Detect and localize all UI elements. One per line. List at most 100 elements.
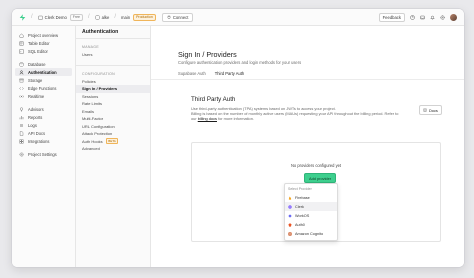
submenu-item-emails[interactable]: Emails bbox=[76, 108, 150, 116]
breadcrumb-separator: / bbox=[31, 14, 33, 20]
branch-switcher[interactable]: main Production bbox=[121, 13, 156, 21]
submenu-item-rate-limits[interactable]: Rate Limits bbox=[76, 100, 150, 108]
users-icon bbox=[19, 70, 24, 74]
nav-item-database[interactable]: Database bbox=[12, 60, 75, 68]
provider-option-label: Amazon Cognito bbox=[295, 231, 324, 236]
branch-name: main bbox=[121, 14, 131, 20]
submenu-item-url-configuration[interactable]: URL Configuration bbox=[76, 123, 150, 131]
provider-option-firebase[interactable]: Firebase bbox=[285, 193, 337, 202]
nav-label: Integrations bbox=[28, 138, 50, 144]
settings-icon[interactable] bbox=[440, 14, 445, 20]
nav-label: Logs bbox=[28, 122, 37, 128]
help-icon[interactable] bbox=[410, 14, 415, 20]
main-content: Sign In / Providers Configure authentica… bbox=[151, 26, 464, 267]
nav-item-logs[interactable]: Logs bbox=[12, 121, 75, 129]
nav-item-sql-editor[interactable]: SQL Editor bbox=[12, 47, 75, 55]
puzzle-icon bbox=[19, 139, 24, 143]
nav-label: Authentication bbox=[28, 69, 57, 75]
inbox-icon[interactable] bbox=[420, 15, 425, 20]
code-icon bbox=[19, 86, 24, 90]
provider-option-workos[interactable]: WorkOS bbox=[285, 211, 337, 220]
nav-label: Reports bbox=[28, 114, 43, 120]
org-name: Clerk Demo bbox=[44, 14, 67, 20]
database-icon bbox=[19, 61, 24, 67]
submenu-item-users[interactable]: Users bbox=[76, 51, 150, 59]
section-description: Use third-party authentication (TPA) sys… bbox=[191, 106, 431, 121]
nav-item-table-editor[interactable]: Table Editor bbox=[12, 39, 75, 47]
description-text: for more information. bbox=[218, 116, 254, 122]
nav-item-integrations[interactable]: Integrations bbox=[12, 137, 75, 145]
submenu-divider bbox=[76, 64, 150, 66]
provider-option-label: Clerk bbox=[295, 204, 304, 209]
left-nav: Project overview Table Editor SQL Editor… bbox=[12, 26, 76, 267]
list-icon bbox=[20, 123, 23, 127]
nav-label: Realtime bbox=[28, 93, 45, 99]
auth0-icon bbox=[288, 222, 292, 227]
billing-docs-link[interactable]: billing docs bbox=[198, 116, 217, 121]
nav-label: SQL Editor bbox=[28, 48, 48, 54]
nav-label: Database bbox=[28, 61, 46, 67]
nav-item-api-docs[interactable]: API Docs bbox=[12, 129, 75, 137]
project-name: alke bbox=[101, 14, 110, 20]
submenu-item-advanced[interactable]: Advanced bbox=[76, 145, 150, 153]
nav-item-project-overview[interactable]: Project overview bbox=[12, 31, 75, 39]
home-icon bbox=[19, 32, 24, 37]
provider-option-label: Firebase bbox=[295, 195, 310, 200]
submenu-title: Authentication bbox=[76, 26, 150, 39]
project-switcher[interactable]: alke bbox=[95, 14, 110, 20]
nav-item-storage[interactable]: Storage bbox=[12, 76, 75, 84]
connect-label: Connect bbox=[172, 14, 189, 20]
description-line: our billing docs for more information. bbox=[191, 116, 431, 121]
nav-item-advisors[interactable]: Advisors bbox=[12, 105, 75, 113]
book-icon bbox=[423, 108, 427, 112]
archive-icon bbox=[19, 78, 24, 82]
bell-icon[interactable] bbox=[430, 15, 435, 20]
submenu-section-manage: MANAGE bbox=[82, 45, 99, 49]
nav-label: Project overview bbox=[28, 32, 59, 38]
page-title: Sign In / Providers bbox=[178, 50, 237, 59]
app-window: / Clerk Demo Free / alke / main Producti… bbox=[12, 9, 464, 267]
submenu-item-label: Auth Hooks bbox=[82, 138, 103, 144]
workos-icon bbox=[288, 213, 292, 218]
nav-item-authentication[interactable]: Authentication bbox=[15, 68, 72, 76]
provider-option-label: Auth0 bbox=[295, 222, 305, 227]
nav-item-project-settings[interactable]: Project Settings bbox=[12, 150, 75, 158]
supabase-logo-icon[interactable] bbox=[19, 13, 26, 21]
section-title: Third Party Auth bbox=[191, 96, 236, 103]
nav-item-edge-functions[interactable]: Edge Functions bbox=[12, 84, 75, 92]
plug-icon bbox=[167, 15, 171, 19]
submenu-item-auth-hooks[interactable]: Auth Hooks BETA bbox=[76, 138, 150, 146]
chart-icon bbox=[19, 115, 24, 119]
submenu-item-attack-protection[interactable]: Attack Protection bbox=[76, 130, 150, 138]
realtime-icon bbox=[19, 94, 24, 98]
org-plan-badge: Free bbox=[69, 13, 83, 21]
submenu-item-sessions[interactable]: Sessions bbox=[76, 93, 150, 101]
nav-item-reports[interactable]: Reports bbox=[12, 113, 75, 121]
table-icon bbox=[19, 41, 24, 45]
nav-label: Edge Functions bbox=[28, 85, 57, 91]
provider-option-clerk[interactable]: Clerk bbox=[285, 202, 337, 211]
breadcrumb-separator: / bbox=[114, 14, 117, 20]
breadcrumb-separator: / bbox=[87, 14, 90, 20]
submenu-item-policies[interactable]: Policies bbox=[76, 78, 150, 86]
submenu-item-sign-in-providers[interactable]: Sign In / Providers bbox=[76, 85, 150, 93]
provider-option-amazon-cognito[interactable]: Amazon Cognito bbox=[285, 229, 337, 238]
submenu-item-multi-factor[interactable]: Multi-Factor bbox=[76, 115, 150, 123]
org-switcher[interactable]: Clerk Demo Free bbox=[37, 13, 83, 21]
docs-button[interactable]: Docs bbox=[419, 105, 442, 115]
top-bar-actions: Feedback bbox=[378, 12, 457, 22]
provider-option-auth0[interactable]: Auth0 bbox=[285, 220, 337, 229]
env-badge: Production bbox=[133, 13, 156, 21]
nav-item-realtime[interactable]: Realtime bbox=[12, 92, 75, 100]
terminal-icon bbox=[19, 49, 24, 53]
connect-button[interactable]: Connect bbox=[161, 12, 194, 22]
auth-submenu: Authentication MANAGE Users CONFIGURATIO… bbox=[76, 26, 151, 267]
feedback-button[interactable]: Feedback bbox=[378, 12, 405, 22]
docs-label: Docs bbox=[429, 107, 438, 113]
nav-label: Storage bbox=[28, 77, 43, 83]
provider-dropdown: Select Provider Firebase Clerk WorkOS Au… bbox=[284, 183, 338, 241]
add-provider-button[interactable]: Add provider bbox=[304, 173, 337, 183]
user-avatar[interactable] bbox=[450, 13, 457, 21]
nav-label: API Docs bbox=[28, 130, 46, 136]
firebase-icon bbox=[288, 195, 292, 200]
